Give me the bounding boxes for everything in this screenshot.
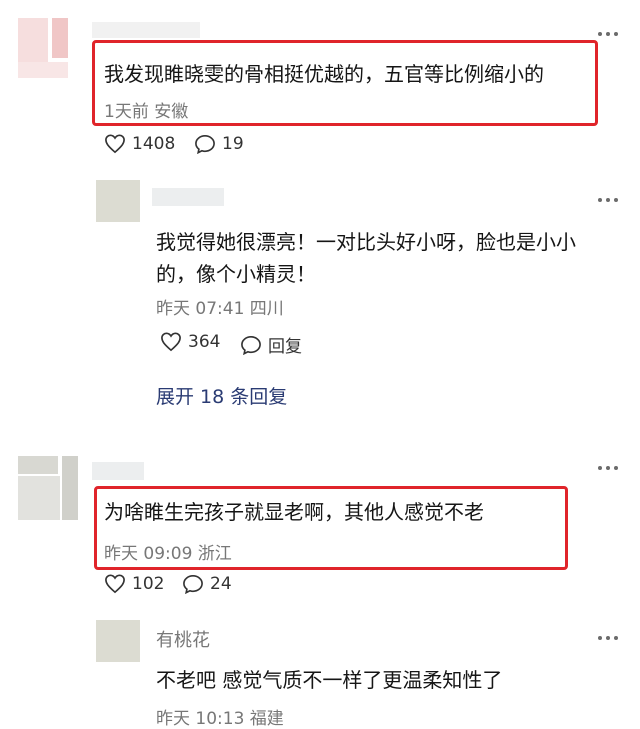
like-count: 102 xyxy=(132,574,165,594)
expand-replies-link[interactable]: 展开 18 条回复 xyxy=(156,382,287,409)
comment-text-line2: 的，像个小精灵！ xyxy=(156,262,316,286)
more-dots-icon[interactable] xyxy=(598,466,620,472)
comment-button[interactable]: 24 xyxy=(182,574,232,594)
comment-button[interactable]: 19 xyxy=(194,134,244,154)
more-dots-icon[interactable] xyxy=(598,32,620,38)
comment-text: 不老吧 感觉气质不一样了更温柔知性了 xyxy=(156,668,503,692)
username[interactable]: 有桃花 xyxy=(156,626,210,652)
comment-text-line1: 我觉得她很漂亮！一对比头好小呀，脸也是小小 xyxy=(156,230,576,254)
comment-meta: 昨天 09:09 浙江 xyxy=(104,544,232,564)
comment-bubble-icon xyxy=(195,134,215,154)
comment-bubble-icon xyxy=(241,335,261,355)
more-dots-icon[interactable] xyxy=(598,198,620,204)
comment-meta: 昨天 10:13 福建 xyxy=(156,709,284,729)
username-redacted xyxy=(92,22,200,38)
heart-icon xyxy=(105,574,125,594)
comment-meta: 1天前 安徽 xyxy=(104,102,189,122)
like-button[interactable]: 102 xyxy=(104,574,164,594)
reply-label: 回复 xyxy=(268,337,302,357)
more-dots-icon[interactable] xyxy=(598,636,620,642)
like-button[interactable]: 1408 xyxy=(104,134,175,154)
comment-text: 我发现睢晓雯的骨相挺优越的，五官等比例缩小的 xyxy=(104,62,544,86)
like-button[interactable]: 364 xyxy=(160,332,220,352)
heart-icon xyxy=(161,332,181,352)
avatar[interactable] xyxy=(96,180,140,222)
like-count: 1408 xyxy=(132,134,176,154)
reply-count: 24 xyxy=(210,574,232,594)
comment-meta: 昨天 07:41 四川 xyxy=(156,299,284,319)
like-count: 364 xyxy=(188,332,221,352)
reply-count: 19 xyxy=(222,134,244,154)
username-redacted xyxy=(92,462,144,480)
comment-text: 为啥睢生完孩子就显老啊，其他人感觉不老 xyxy=(104,500,484,524)
heart-icon xyxy=(105,134,125,154)
comment-bubble-icon xyxy=(183,574,203,594)
username-redacted xyxy=(152,188,224,206)
reply-button[interactable]: 回复 xyxy=(240,332,302,357)
avatar[interactable] xyxy=(96,620,140,662)
